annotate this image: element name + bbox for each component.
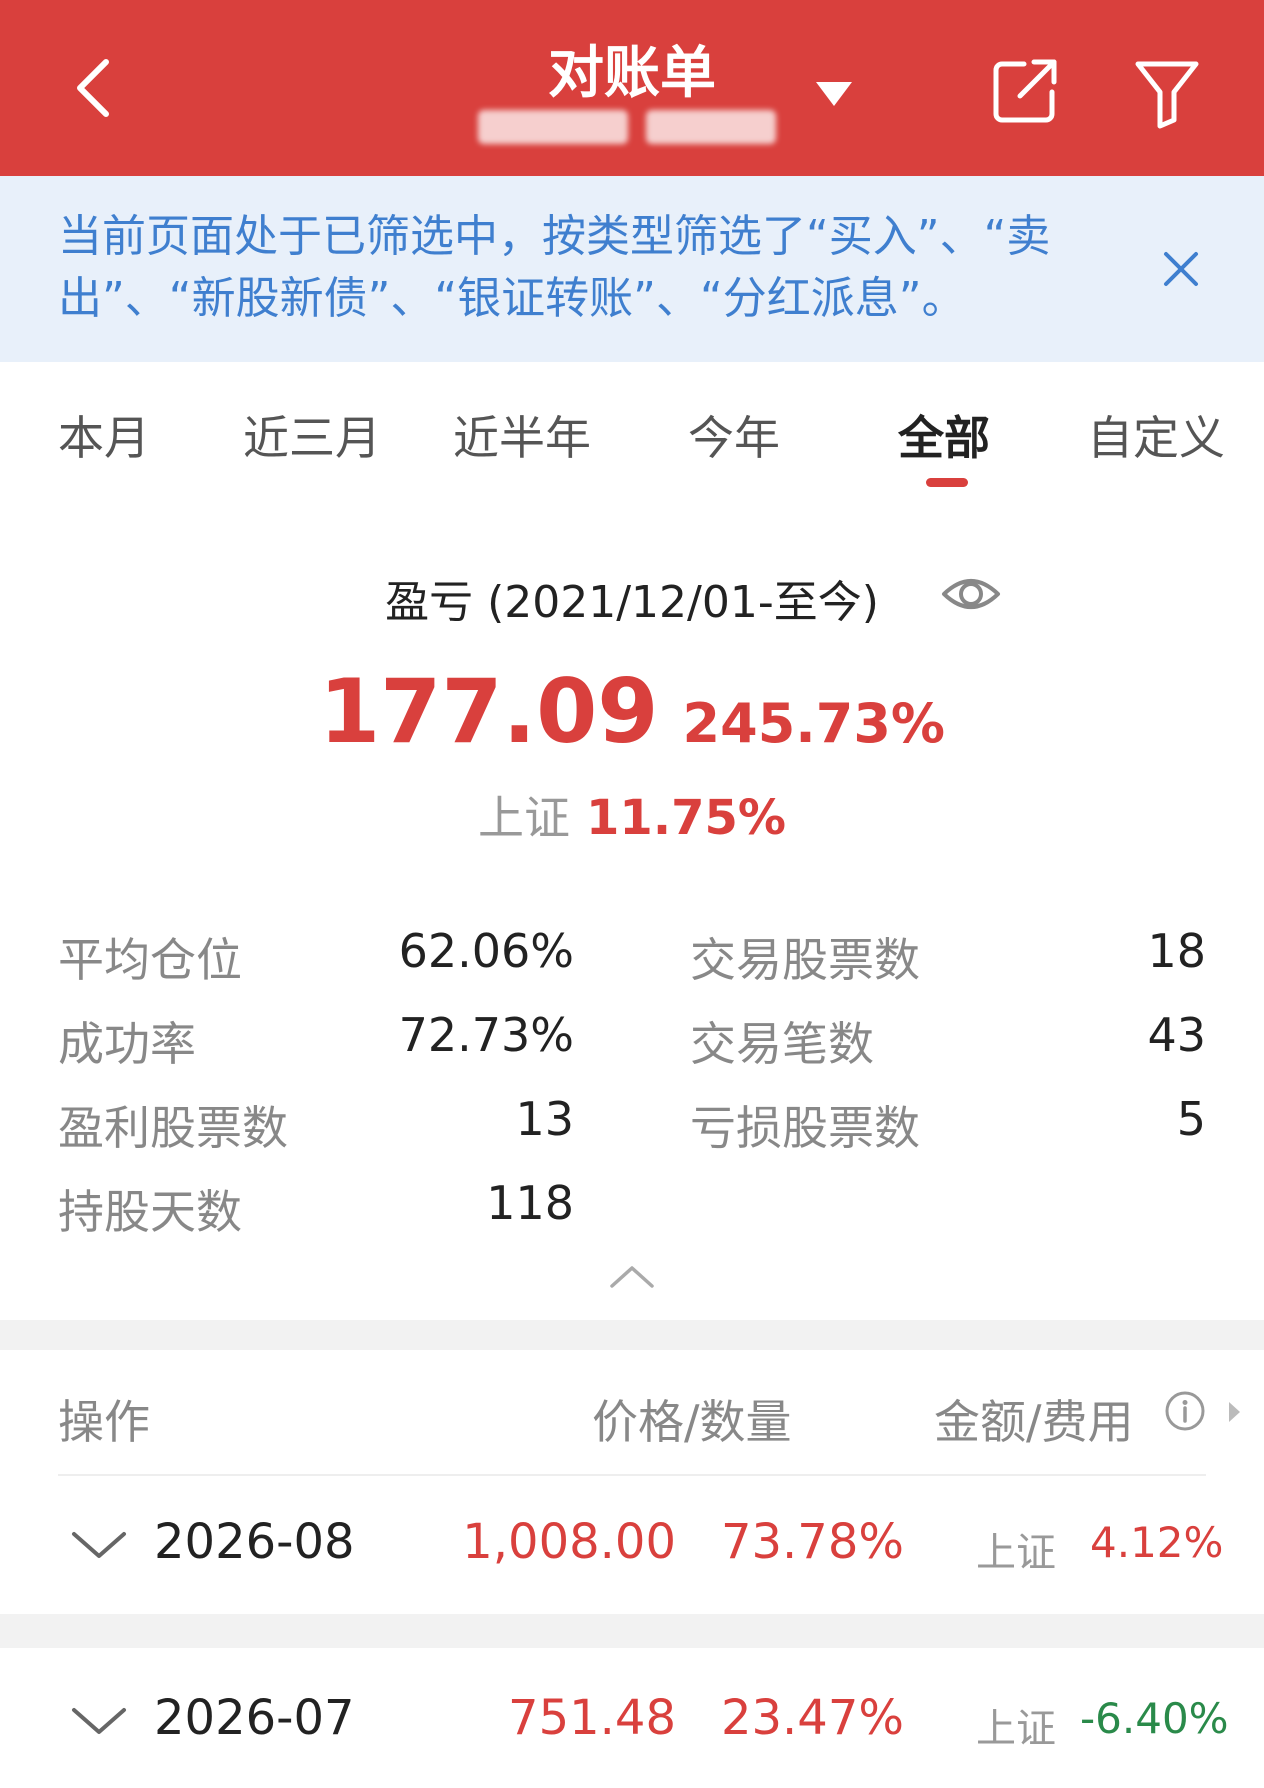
- benchmark-value: 11.75%: [586, 790, 786, 846]
- triangle-down-icon[interactable]: [812, 78, 856, 108]
- row-divider: [0, 1614, 1264, 1648]
- stat-value-loss-stocks: 5: [1176, 1092, 1206, 1146]
- col-header-price-qty: 价格/数量: [592, 1395, 792, 1449]
- profit-percent: 245.73%: [682, 692, 946, 755]
- share-icon[interactable]: [990, 56, 1060, 126]
- period-tabs: 本月 近三月 近半年 今年 全部 自定义: [0, 362, 1264, 502]
- filter-icon[interactable]: [1132, 56, 1202, 130]
- row-benchmark-value: 4.12%: [1090, 1518, 1224, 1567]
- account-subtitle-redacted: [478, 110, 798, 154]
- tab-custom[interactable]: 自定义: [1087, 402, 1225, 468]
- tab-this-year[interactable]: 今年: [688, 402, 780, 468]
- row-date: 2026-07: [154, 1690, 355, 1746]
- tab-three-months[interactable]: 近三月: [243, 402, 381, 468]
- table-header-divider: [58, 1474, 1206, 1476]
- stat-label-profit-stocks: 盈利股票数: [58, 1101, 288, 1155]
- row-benchmark-value: -6.40%: [1080, 1694, 1229, 1743]
- eye-icon[interactable]: [940, 566, 1002, 622]
- benchmark-label: 上证: [478, 791, 571, 845]
- stat-value-success-rate: 72.73%: [398, 1008, 574, 1062]
- tab-half-year[interactable]: 近半年: [453, 402, 591, 468]
- stat-label-holding-days: 持股天数: [58, 1185, 242, 1239]
- chevron-up-icon[interactable]: [608, 1260, 656, 1292]
- info-icon[interactable]: [1164, 1390, 1206, 1432]
- profit-summary: 177.09 245.73%: [0, 660, 1264, 763]
- close-icon[interactable]: [1158, 246, 1204, 292]
- col-header-amount-fee: 金额/费用: [934, 1395, 1134, 1449]
- stat-value-holding-days: 118: [486, 1176, 574, 1230]
- period-label: 盈亏 (2021/12/01-至今): [385, 577, 879, 628]
- row-amount: 751.48: [508, 1690, 676, 1746]
- stat-label-loss-stocks: 亏损股票数: [690, 1101, 920, 1155]
- app-header: 对账单: [0, 0, 1264, 176]
- stat-label-traded-stocks: 交易股票数: [690, 933, 920, 987]
- row-amount: 1,008.00: [462, 1514, 676, 1570]
- active-tab-indicator: [926, 478, 968, 487]
- stat-label-success-rate: 成功率: [58, 1017, 196, 1071]
- chevron-down-icon[interactable]: [70, 1528, 128, 1562]
- stat-label-avg-position: 平均仓位: [58, 933, 242, 987]
- tab-all[interactable]: 全部: [898, 402, 990, 468]
- row-date: 2026-08: [154, 1514, 355, 1570]
- stat-label-trade-count: 交易笔数: [690, 1017, 874, 1071]
- col-header-operation: 操作: [58, 1395, 150, 1449]
- row-percent: 23.47%: [720, 1690, 904, 1746]
- tab-this-month[interactable]: 本月: [58, 402, 150, 468]
- stat-value-avg-position: 62.06%: [398, 924, 574, 978]
- row-benchmark-label: 上证: [976, 1530, 1056, 1576]
- filter-notice-banner: 当前页面处于已筛选中，按类型筛选了“买入”、“卖出”、“新股新债”、“银证转账”…: [0, 176, 1264, 362]
- row-benchmark-label: 上证: [976, 1706, 1056, 1752]
- section-divider: [0, 1320, 1264, 1350]
- chevron-down-icon[interactable]: [70, 1704, 128, 1738]
- filter-notice-text: 当前页面处于已筛选中，按类型筛选了“买入”、“卖出”、“新股新债”、“银证转账”…: [58, 211, 1051, 324]
- benchmark-summary: 上证 11.75%: [0, 782, 1264, 848]
- page-title: 对账单: [548, 41, 716, 106]
- row-percent: 73.78%: [720, 1514, 904, 1570]
- triangle-right-icon[interactable]: [1226, 1398, 1242, 1426]
- stat-value-profit-stocks: 13: [515, 1092, 574, 1146]
- stat-value-trade-count: 43: [1147, 1008, 1206, 1062]
- profit-amount: 177.09: [318, 660, 659, 763]
- stat-value-traded-stocks: 18: [1147, 924, 1206, 978]
